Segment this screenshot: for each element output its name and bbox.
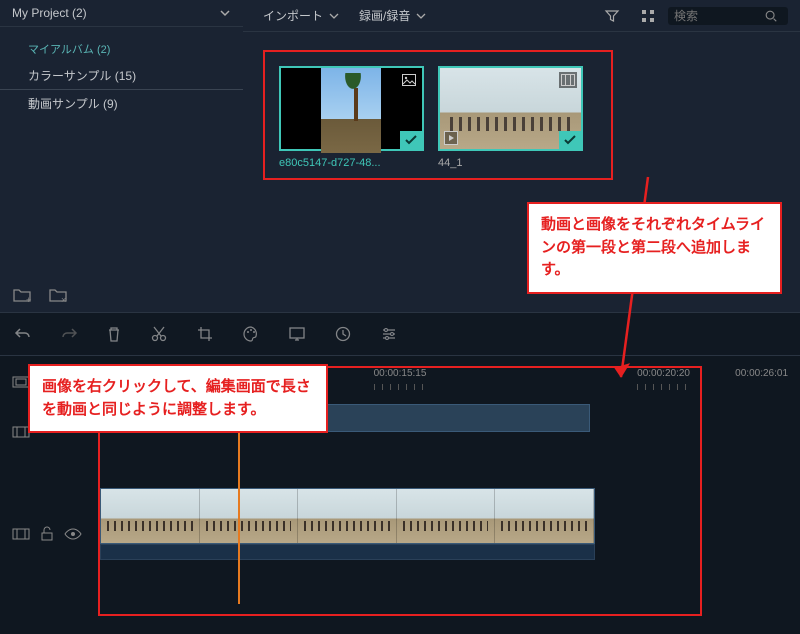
image-type-icon — [400, 72, 418, 88]
crop-icon[interactable] — [196, 325, 214, 343]
grid-view-icon[interactable] — [632, 4, 664, 28]
undo-icon[interactable] — [14, 325, 32, 343]
search-icon — [764, 9, 778, 23]
timeline-clip-video[interactable] — [100, 488, 595, 544]
search-input[interactable] — [674, 9, 764, 23]
clock-icon[interactable] — [334, 325, 352, 343]
annotation-box-media: e80c5147-d727-48... 44_1 — [263, 50, 613, 180]
folder-remove-icon[interactable]: × — [48, 286, 68, 304]
record-button[interactable]: 録画/録音 — [351, 3, 434, 28]
timeline[interactable]: 00:00:26:01 00:00:10:10 00:00:15:15 00:0… — [0, 356, 800, 634]
sidebar-item-color-samples[interactable]: カラーサンプル (15) — [0, 62, 243, 90]
screen-icon[interactable] — [288, 325, 306, 343]
video-type-icon — [559, 72, 577, 88]
search-box[interactable] — [668, 7, 788, 25]
eye-icon[interactable] — [64, 527, 82, 541]
timeline-end-time: 00:00:26:01 — [735, 368, 788, 379]
lock-icon[interactable] — [40, 526, 54, 542]
folder-add-icon[interactable]: + — [12, 286, 32, 304]
project-sidebar: マイアルバム (2) カラーサンプル (15) 動画サンプル (9) + × — [0, 32, 243, 312]
cut-icon[interactable] — [150, 325, 168, 343]
play-icon — [444, 131, 458, 145]
media-clip[interactable]: e80c5147-d727-48... — [279, 66, 424, 164]
settings-icon[interactable] — [380, 325, 398, 343]
timeline-clip-audio[interactable] — [100, 544, 595, 560]
annotation-callout-2: 画像を右クリックして、編集画面で長さを動画と同じように調整します。 — [28, 364, 328, 433]
project-title: My Project (2) — [12, 6, 87, 20]
sidebar-item-album[interactable]: マイアルバム (2) — [0, 36, 243, 62]
clip-label: 44_1 — [438, 157, 583, 169]
palette-icon[interactable] — [242, 325, 260, 343]
clip-label: e80c5147-d727-48... — [279, 157, 424, 169]
chevron-down-icon — [416, 11, 426, 21]
filter-icon[interactable] — [596, 4, 628, 28]
svg-text:+: + — [26, 295, 31, 304]
check-icon — [400, 131, 422, 149]
redo-icon[interactable] — [60, 325, 78, 343]
media-clip[interactable]: 44_1 — [438, 66, 583, 164]
chevron-down-icon — [219, 7, 231, 19]
delete-icon[interactable] — [106, 325, 122, 343]
track-video-icon[interactable] — [12, 526, 30, 542]
annotation-callout-1: 動画と画像をそれぞれタイムラインの第一段と第二段へ追加します。 — [527, 202, 782, 294]
chevron-down-icon — [329, 11, 339, 21]
svg-text:×: × — [61, 295, 66, 304]
sidebar-item-video-samples[interactable]: 動画サンプル (9) — [0, 90, 243, 117]
timeline-toolbar — [0, 312, 800, 356]
media-grid: e80c5147-d727-48... 44_1 動画と画像をそれぞれタイムライ… — [243, 32, 800, 312]
project-header[interactable]: My Project (2) — [0, 0, 243, 27]
import-button[interactable]: インポート — [255, 3, 347, 28]
media-toolbar: インポート 録画/録音 — [243, 0, 800, 32]
check-icon — [559, 131, 581, 149]
